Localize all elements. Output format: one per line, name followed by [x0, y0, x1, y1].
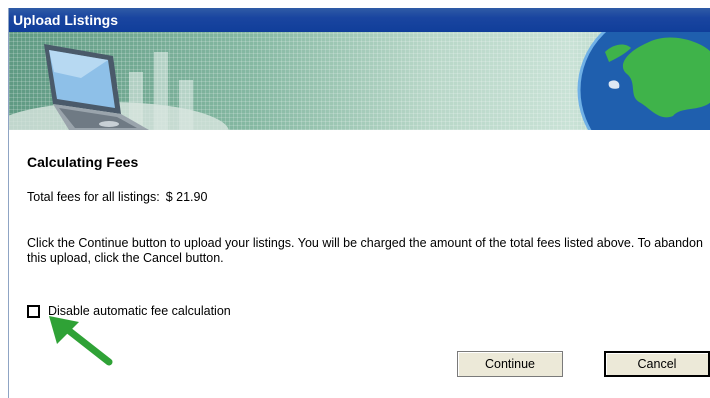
total-fees-label: Total fees for all listings:: [27, 190, 160, 204]
total-fees-line: Total fees for all listings: $ 21.90: [27, 190, 207, 204]
dialog-content: Calculating Fees Total fees for all list…: [9, 130, 710, 398]
continue-button[interactable]: Continue: [457, 351, 563, 377]
arrow-icon: [49, 316, 113, 366]
laptop-icon: [9, 44, 229, 130]
total-fees-value: $ 21.90: [165, 190, 208, 204]
banner-graphic: [9, 32, 710, 130]
upload-listings-dialog: Upload Listings Calculating Fees Total f…: [8, 8, 710, 398]
globe-icon: [577, 32, 710, 130]
window-title: Upload Listings: [9, 8, 710, 32]
disable-fee-calculation-checkbox[interactable]: [27, 304, 40, 318]
banner: [9, 32, 710, 130]
instructions-text: Click the Continue button to upload your…: [27, 236, 703, 265]
cancel-button[interactable]: Cancel: [604, 351, 710, 377]
section-heading: Calculating Fees: [27, 154, 139, 170]
